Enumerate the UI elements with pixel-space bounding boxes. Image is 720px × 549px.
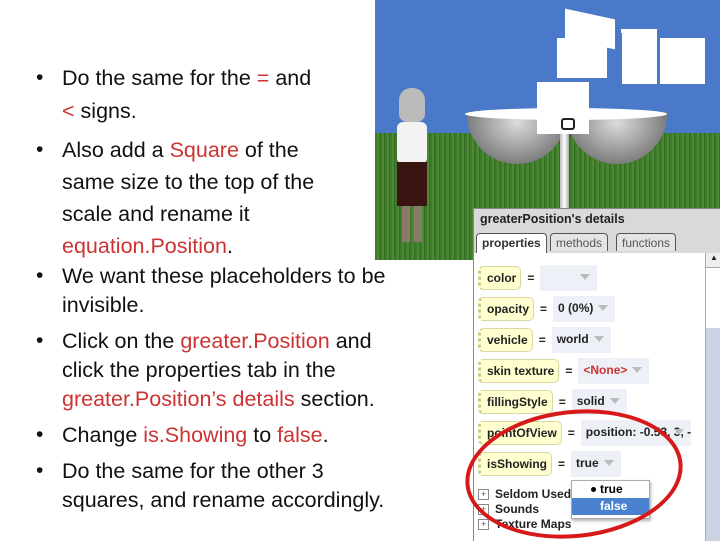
text-segment: . <box>226 234 233 258</box>
highlighted-term: Square <box>169 138 239 162</box>
text-segment: . <box>322 423 329 447</box>
character-head <box>399 88 425 122</box>
character-skirt <box>397 162 427 206</box>
bullet-text-line: Change is.Showing to false. <box>62 423 329 448</box>
property-value-dropdown[interactable]: world <box>551 327 611 353</box>
text-segment: squares, and rename accordingly. <box>62 488 385 512</box>
bullet-text-line: We want these placeholders to be <box>62 264 386 289</box>
highlighted-term: false <box>277 423 323 447</box>
equals-sign: = <box>565 364 573 378</box>
scale-pivot <box>561 118 575 130</box>
property-value-dropdown[interactable]: 0 (0%) <box>553 296 616 322</box>
bullet-text-line: Do the same for the = and <box>62 66 311 91</box>
expand-plus-icon[interactable]: + <box>478 518 489 530</box>
text-segment: and <box>329 329 372 353</box>
scroll-up-arrow-icon[interactable]: ▲ <box>706 253 720 268</box>
property-row: color = <box>478 265 598 291</box>
text-segment: Also add a <box>62 138 170 162</box>
bullet-text-line: invisible. <box>62 293 144 318</box>
bullet-text-line: Click on the greater.Position and <box>62 329 372 354</box>
bullet-icon: • <box>36 264 44 287</box>
bullet-text-line: same size to the top of the <box>62 170 314 195</box>
bullet-text-line: Do the same for the other 3 <box>62 459 324 484</box>
text-segment: same size to the top of the <box>62 170 315 194</box>
bullet-text-line: < signs. <box>62 99 137 124</box>
bullet-icon: • <box>36 138 44 161</box>
highlighted-term: is.Showing <box>143 423 248 447</box>
bullet-text-line: greater.Position’s details section. <box>62 387 375 412</box>
scrollbar[interactable]: ▲ <box>705 253 720 541</box>
text-segment: signs. <box>74 99 137 123</box>
property-row: vehicle = world <box>478 327 611 353</box>
property-row: skin texture = <None> <box>478 358 650 384</box>
equals-sign: = <box>558 395 566 409</box>
text-segment: Do the same for the <box>62 66 257 90</box>
bullet-text-line: scale and rename it <box>62 202 250 227</box>
property-name[interactable]: opacity <box>478 297 535 321</box>
text-segment: to <box>247 423 278 447</box>
bullet-text-line: equation.Position. <box>62 234 233 259</box>
text-segment: invisible. <box>62 293 145 317</box>
bullet-text-line: click the properties tab in the <box>62 358 336 383</box>
text-segment: Do the same for the other 3 <box>62 459 324 483</box>
property-name[interactable]: skin texture <box>478 359 560 383</box>
tab-methods[interactable]: methods <box>550 233 609 251</box>
tab-properties[interactable]: properties <box>476 233 547 253</box>
bullet-icon: • <box>36 423 44 446</box>
bullet-icon: • <box>36 459 44 482</box>
placeholder-square <box>660 38 705 84</box>
text-segment: of the <box>238 138 299 162</box>
placeholder-square <box>622 30 657 84</box>
placeholder-square <box>557 38 607 78</box>
property-value-dropdown[interactable]: <None> <box>578 358 650 384</box>
text-segment: We want these placeholders to be <box>62 264 386 288</box>
highlighted-term: equation.Position <box>62 234 227 258</box>
text-segment: section. <box>294 387 375 411</box>
text-segment: Change <box>62 423 144 447</box>
property-name[interactable]: vehicle <box>478 328 533 352</box>
text-segment: scale and rename it <box>62 202 250 226</box>
bullet-icon: • <box>36 66 44 89</box>
character-torso <box>397 122 427 164</box>
highlighted-term: = <box>256 66 270 90</box>
bullet-text-line: Also add a Square of the <box>62 138 299 163</box>
character-legs <box>402 206 422 242</box>
tab-functions[interactable]: functions <box>616 233 677 251</box>
text-segment: click the properties tab in the <box>62 358 336 382</box>
highlighted-term: greater.Position <box>180 329 330 353</box>
equals-sign: = <box>538 333 546 347</box>
highlighted-term: < <box>62 99 75 123</box>
bullet-text-line: squares, and rename accordingly. <box>62 488 384 513</box>
equals-sign: = <box>527 271 535 285</box>
details-panel-title: greaterPosition's details <box>480 212 625 226</box>
equals-sign: = <box>540 302 548 316</box>
highlighted-term: greater.Position’s details <box>62 387 295 411</box>
bullet-icon: • <box>36 329 44 352</box>
text-segment: Click on the <box>62 329 181 353</box>
property-row: opacity = 0 (0%) <box>478 296 616 322</box>
property-value-dropdown[interactable] <box>540 265 598 291</box>
property-name[interactable]: fillingStyle <box>478 390 553 414</box>
text-segment: and <box>269 66 312 90</box>
property-name[interactable]: color <box>478 266 522 290</box>
equal-sign-shape <box>621 29 657 33</box>
